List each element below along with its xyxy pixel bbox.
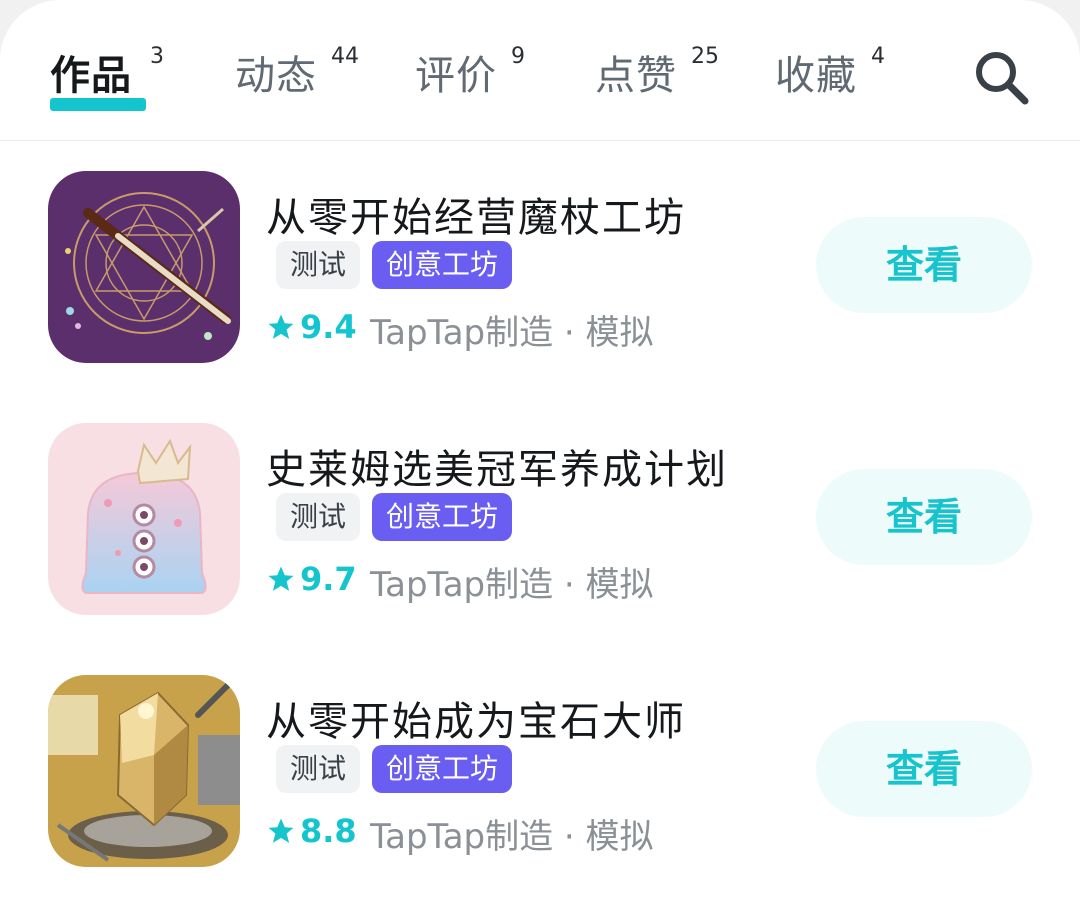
- game-title[interactable]: 从零开始成为宝石大师: [266, 689, 686, 747]
- game-list-item[interactable]: 史莱姆选美冠军养成计划 测试 创意工坊 9.7 TapTap制造 · 模拟 查看: [0, 423, 1080, 623]
- creative-workshop-tag: 创意工坊: [372, 493, 513, 541]
- tab-works[interactable]: 作品 3: [50, 44, 164, 111]
- tab-label: 收藏: [775, 53, 857, 99]
- rating: 9.7: [266, 555, 357, 603]
- developer-genre: TapTap制造 · 模拟: [370, 313, 654, 353]
- rating-score: 8.8: [300, 812, 357, 850]
- star-icon: [268, 818, 294, 843]
- tab-reviews[interactable]: 评价 9: [415, 44, 525, 106]
- tab-moments[interactable]: 动态 44: [235, 44, 359, 106]
- tab-count: 3: [150, 44, 164, 69]
- developer-genre: TapTap制造 · 模拟: [370, 565, 654, 605]
- test-tag: 测试: [276, 493, 361, 541]
- star-icon: [268, 566, 294, 591]
- profile-works-panel: 作品 3 动态 44 评价 9 点赞 25 收藏 4 从零开始经营魔杖工坊 测试…: [0, 0, 1080, 903]
- rating: 8.8: [266, 807, 357, 855]
- rating: 9.4: [266, 303, 357, 351]
- view-button[interactable]: 查看: [816, 469, 1032, 565]
- test-tag: 测试: [276, 745, 361, 793]
- game-title[interactable]: 史莱姆选美冠军养成计划: [266, 437, 728, 495]
- tab-favorites[interactable]: 收藏 4: [775, 44, 885, 106]
- tab-label: 评价: [415, 53, 497, 99]
- test-tag: 测试: [276, 241, 361, 289]
- gemstone-icon: [48, 675, 240, 867]
- developer-genre: TapTap制造 · 模拟: [370, 817, 654, 857]
- tab-count: 44: [331, 44, 359, 69]
- tab-count: 4: [871, 44, 885, 69]
- tab-label: 作品: [50, 53, 132, 99]
- magic-wand-icon: [48, 171, 240, 363]
- game-list-item[interactable]: 从零开始成为宝石大师 测试 创意工坊 8.8 TapTap制造 · 模拟 查看: [0, 675, 1080, 875]
- creative-workshop-tag: 创意工坊: [372, 745, 513, 793]
- tab-label: 点赞: [595, 53, 677, 99]
- rating-score: 9.4: [300, 308, 357, 346]
- view-button[interactable]: 查看: [816, 721, 1032, 817]
- creative-workshop-tag: 创意工坊: [372, 241, 513, 289]
- view-button[interactable]: 查看: [816, 217, 1032, 313]
- tab-count: 9: [511, 44, 525, 69]
- crowned-slime-icon: [48, 423, 240, 615]
- star-icon: [268, 314, 294, 339]
- game-title[interactable]: 从零开始经营魔杖工坊: [266, 185, 686, 243]
- search-icon[interactable]: [972, 48, 1032, 108]
- rating-score: 9.7: [300, 560, 357, 598]
- tab-count: 25: [691, 44, 719, 69]
- tab-label: 动态: [235, 53, 317, 99]
- active-tab-indicator: [50, 98, 146, 111]
- tab-likes[interactable]: 点赞 25: [595, 44, 719, 106]
- game-list-item[interactable]: 从零开始经营魔杖工坊 测试 创意工坊 9.4 TapTap制造 · 模拟 查看: [0, 171, 1080, 371]
- profile-tab-bar: 作品 3 动态 44 评价 9 点赞 25 收藏 4: [0, 0, 1080, 141]
